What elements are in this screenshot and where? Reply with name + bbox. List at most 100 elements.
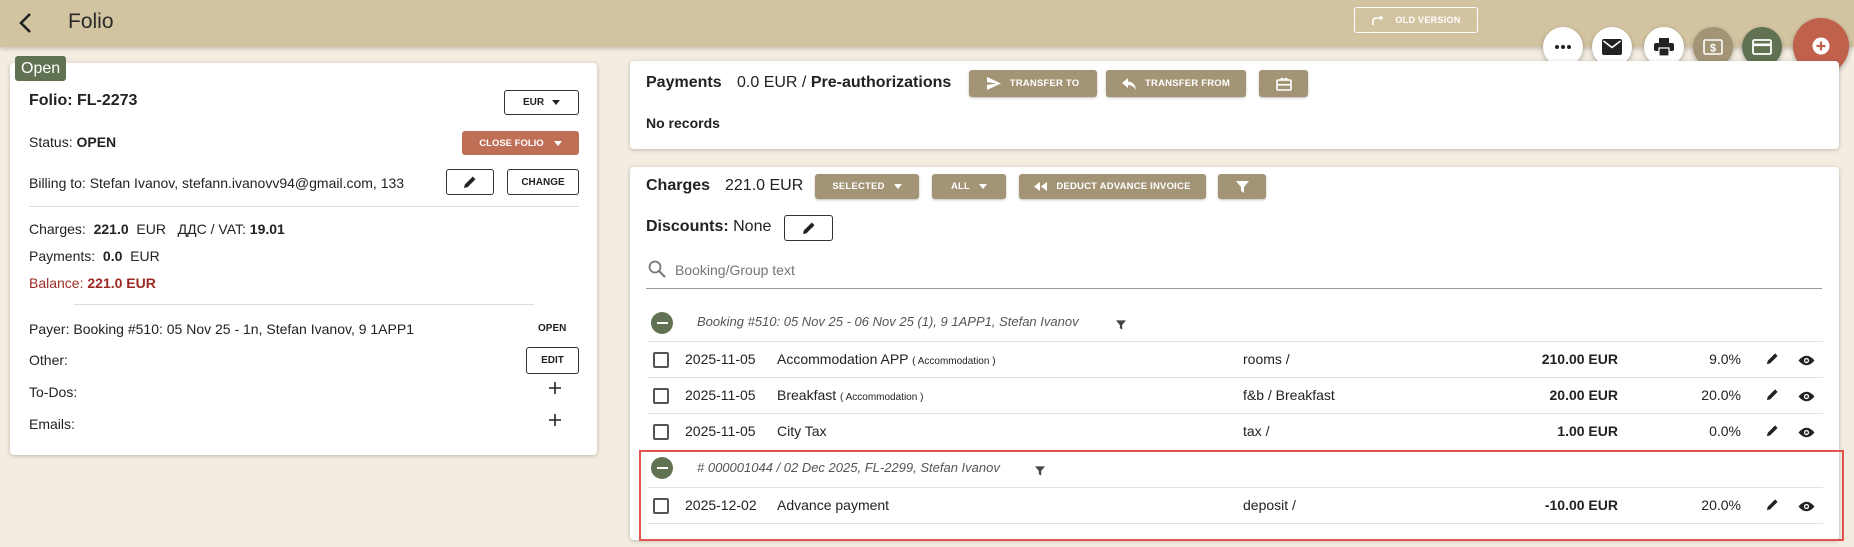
payments-title: Payments [646, 74, 722, 91]
chevron-left-icon [19, 13, 31, 33]
vat-label: ДДС / VAT: [177, 221, 246, 237]
send-icon [986, 77, 1001, 90]
printer-icon [1654, 38, 1674, 56]
mail-icon [1602, 39, 1622, 55]
row-amount: 210.00 EUR [1541, 351, 1618, 367]
row-amount: 1.00 EUR [1557, 423, 1618, 439]
deduct-advance-invoice-button[interactable]: DEDUCT ADVANCE INVOICE [1019, 174, 1206, 199]
row-name-text: Accommodation APP [777, 351, 909, 367]
filter-icon [1035, 466, 1045, 476]
payments-currency: EUR [130, 248, 160, 264]
group-title: # 000001044 / 02 Dec 2025, FL-2299, Stef… [697, 460, 1000, 475]
pencil-icon [464, 176, 476, 188]
currency-value: EUR [522, 97, 545, 108]
payments-summary: Payments: 0.0 EUR [29, 248, 160, 264]
charges-label: Charges: [29, 221, 86, 237]
old-version-button[interactable]: OLD VERSION [1354, 7, 1478, 33]
row-date: 2025-11-05 [685, 387, 756, 403]
row-date: 2025-12-02 [685, 497, 757, 513]
selected-dropdown[interactable]: SELECTED [815, 174, 919, 199]
search-bar [646, 252, 1822, 289]
filter-button[interactable] [1218, 174, 1266, 199]
view-row-button[interactable] [1798, 353, 1815, 369]
row-name-text: Breakfast [777, 387, 837, 403]
row-category: tax / [1243, 423, 1270, 439]
collapse-group-button[interactable] [651, 312, 673, 334]
chevron-down-icon [553, 140, 562, 146]
edit-row-button[interactable] [1766, 498, 1779, 514]
row-checkbox[interactable] [653, 498, 669, 514]
currency-select[interactable]: EUR [504, 90, 579, 115]
vat-value: 19.01 [249, 221, 285, 237]
status-row: Status: OPEN [29, 134, 116, 150]
reply-icon [1122, 77, 1137, 90]
row-checkbox[interactable] [653, 424, 669, 440]
add-email-button[interactable] [548, 413, 562, 427]
discounts-value: None [733, 218, 772, 235]
pencil-icon [1766, 425, 1778, 437]
card-giftcard-icon [1275, 77, 1292, 91]
row-name: Accommodation APP ( Accommodation ) [777, 351, 996, 367]
charges-title: Charges [646, 177, 711, 194]
deduct-label: DEDUCT ADVANCE INVOICE [1056, 181, 1191, 192]
divider [29, 206, 579, 207]
plus-circle-icon [1812, 37, 1830, 55]
payments-value: 0.0 [102, 248, 123, 264]
row-checkbox[interactable] [653, 352, 669, 368]
folio-title: Folio: FL-2273 [29, 92, 138, 109]
close-folio-button[interactable]: CLOSE FOLIO [462, 131, 579, 155]
selected-label: SELECTED [832, 181, 885, 192]
view-row-button[interactable] [1798, 499, 1815, 515]
row-divider [648, 377, 1823, 378]
row-name: Advance payment [777, 497, 889, 513]
view-row-button[interactable] [1798, 389, 1815, 405]
back-button[interactable] [10, 8, 40, 38]
old-version-label: OLD VERSION [1395, 15, 1461, 25]
rewind-icon [1034, 182, 1048, 191]
payments-amount-value: 0.0 EUR / [737, 74, 807, 91]
row-divider [648, 523, 1823, 524]
pencil-icon [1766, 499, 1778, 511]
svg-text:$: $ [1710, 43, 1716, 55]
preauth-label: Pre-authorizations [810, 74, 952, 91]
billing-to: Billing to: Stefan Ivanov, stefann.ivano… [29, 175, 405, 191]
group-title: Booking #510: 05 Nov 25 - 06 Nov 25 (1),… [697, 314, 1079, 329]
balance-label: Balance: [29, 275, 84, 291]
payer-open-link[interactable]: OPEN [538, 323, 566, 334]
chevron-down-icon [552, 100, 561, 105]
emails-label: Emails: [29, 416, 75, 432]
add-todo-button[interactable] [548, 381, 562, 395]
edit-row-button[interactable] [1766, 352, 1779, 368]
change-billing-button[interactable]: CHANGE [507, 169, 579, 195]
edit-other-button[interactable]: EDIT [526, 347, 579, 374]
row-category: rooms / [1243, 351, 1290, 367]
divider [74, 304, 534, 305]
charges-amount: 221.0 EUR [725, 177, 804, 194]
row-name: City Tax [777, 423, 827, 439]
row-vat: 20.0% [1701, 497, 1741, 513]
edit-discounts-button[interactable] [784, 215, 833, 241]
search-icon [648, 260, 666, 278]
edit-row-button[interactable] [1766, 388, 1779, 404]
all-dropdown[interactable]: ALL [932, 174, 1006, 199]
row-date: 2025-11-05 [685, 351, 756, 367]
pencil-icon [1766, 353, 1778, 365]
gift-card-button[interactable] [1259, 70, 1308, 97]
other-label: Other: [29, 352, 68, 368]
search-input[interactable] [673, 258, 1573, 282]
edit-billing-button[interactable] [446, 169, 494, 195]
row-name: Breakfast ( Accommodation ) [777, 387, 923, 403]
row-date: 2025-11-05 [685, 423, 756, 439]
edit-row-button[interactable] [1766, 424, 1779, 440]
group-filter-button[interactable] [1035, 463, 1045, 479]
group-filter-button[interactable] [1116, 317, 1126, 333]
view-row-button[interactable] [1798, 425, 1815, 441]
collapse-group-button[interactable] [651, 457, 673, 479]
row-name-text: City Tax [777, 423, 827, 439]
all-label: ALL [950, 181, 971, 192]
transfer-from-button[interactable]: TRANSFER FROM [1106, 70, 1246, 97]
no-records: No records [646, 115, 720, 131]
status-badge: Open [15, 56, 67, 81]
row-checkbox[interactable] [653, 388, 669, 404]
transfer-to-button[interactable]: TRANSFER TO [969, 70, 1097, 97]
